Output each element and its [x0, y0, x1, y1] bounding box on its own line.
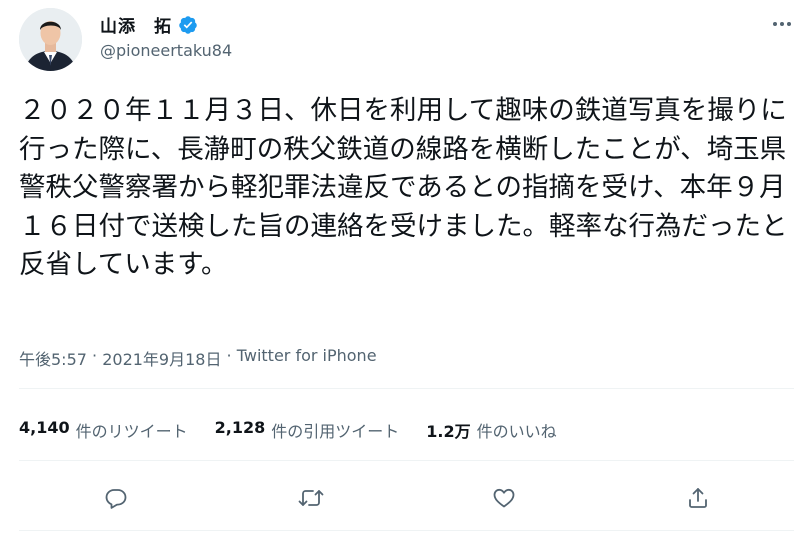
avatar[interactable] — [19, 8, 82, 71]
tweet-text: ２０２０年１１月３日、休日を利用して趣味の鉄道写真を撮りに行った際に、長瀞町の秩… — [19, 95, 788, 280]
retweet-count: 4,140 — [19, 418, 70, 437]
retweet-count-link[interactable]: 4,140 件のリツイート — [19, 418, 188, 442]
author-handle[interactable]: @pioneertaku84 — [100, 41, 232, 60]
like-button[interactable] — [484, 480, 524, 516]
divider — [19, 388, 794, 389]
tweet-actions — [0, 480, 812, 520]
tweet-stats: 4,140 件のリツイート 2,128 件の引用ツイート 1.2万 件のいいね — [19, 418, 584, 442]
tweet-time[interactable]: 午後5:57 — [19, 346, 87, 370]
tweet-source[interactable]: Twitter for iPhone — [237, 346, 377, 370]
like-count-link[interactable]: 1.2万 件のいいね — [426, 418, 556, 442]
more-dots-icon — [773, 22, 791, 26]
meta-separator: · — [86, 346, 103, 365]
retweet-label: 件のリツイート — [75, 422, 188, 441]
retweet-button[interactable] — [291, 480, 331, 516]
like-count: 1.2万 — [426, 422, 471, 441]
quote-count: 2,128 — [214, 418, 266, 437]
quote-count-link[interactable]: 2,128 件の引用ツイート — [215, 418, 400, 442]
share-button[interactable] — [678, 480, 718, 516]
more-options-button[interactable] — [768, 14, 796, 34]
tweet-meta: 午後5:57 · 2021年9月18日 · Twitter for iPhone — [19, 346, 377, 370]
meta-separator: · — [221, 346, 237, 365]
reply-button[interactable] — [96, 480, 136, 516]
heart-icon — [493, 488, 515, 508]
reply-icon — [105, 489, 127, 509]
like-label: 件のいいね — [476, 422, 557, 441]
share-icon — [689, 488, 707, 508]
tweet-header: 山添 拓 @pioneertaku84 — [19, 8, 804, 72]
verified-badge-icon — [178, 15, 198, 35]
divider — [19, 530, 794, 531]
retweet-icon — [298, 490, 324, 506]
quote-label: 件の引用ツイート — [271, 422, 400, 441]
divider — [19, 460, 794, 461]
tweet-date[interactable]: 2021年9月18日 — [102, 346, 221, 370]
avatar-image — [19, 8, 82, 71]
author-name[interactable]: 山添 拓 — [100, 12, 172, 37]
author-name-row[interactable]: 山添 拓 — [100, 12, 198, 37]
